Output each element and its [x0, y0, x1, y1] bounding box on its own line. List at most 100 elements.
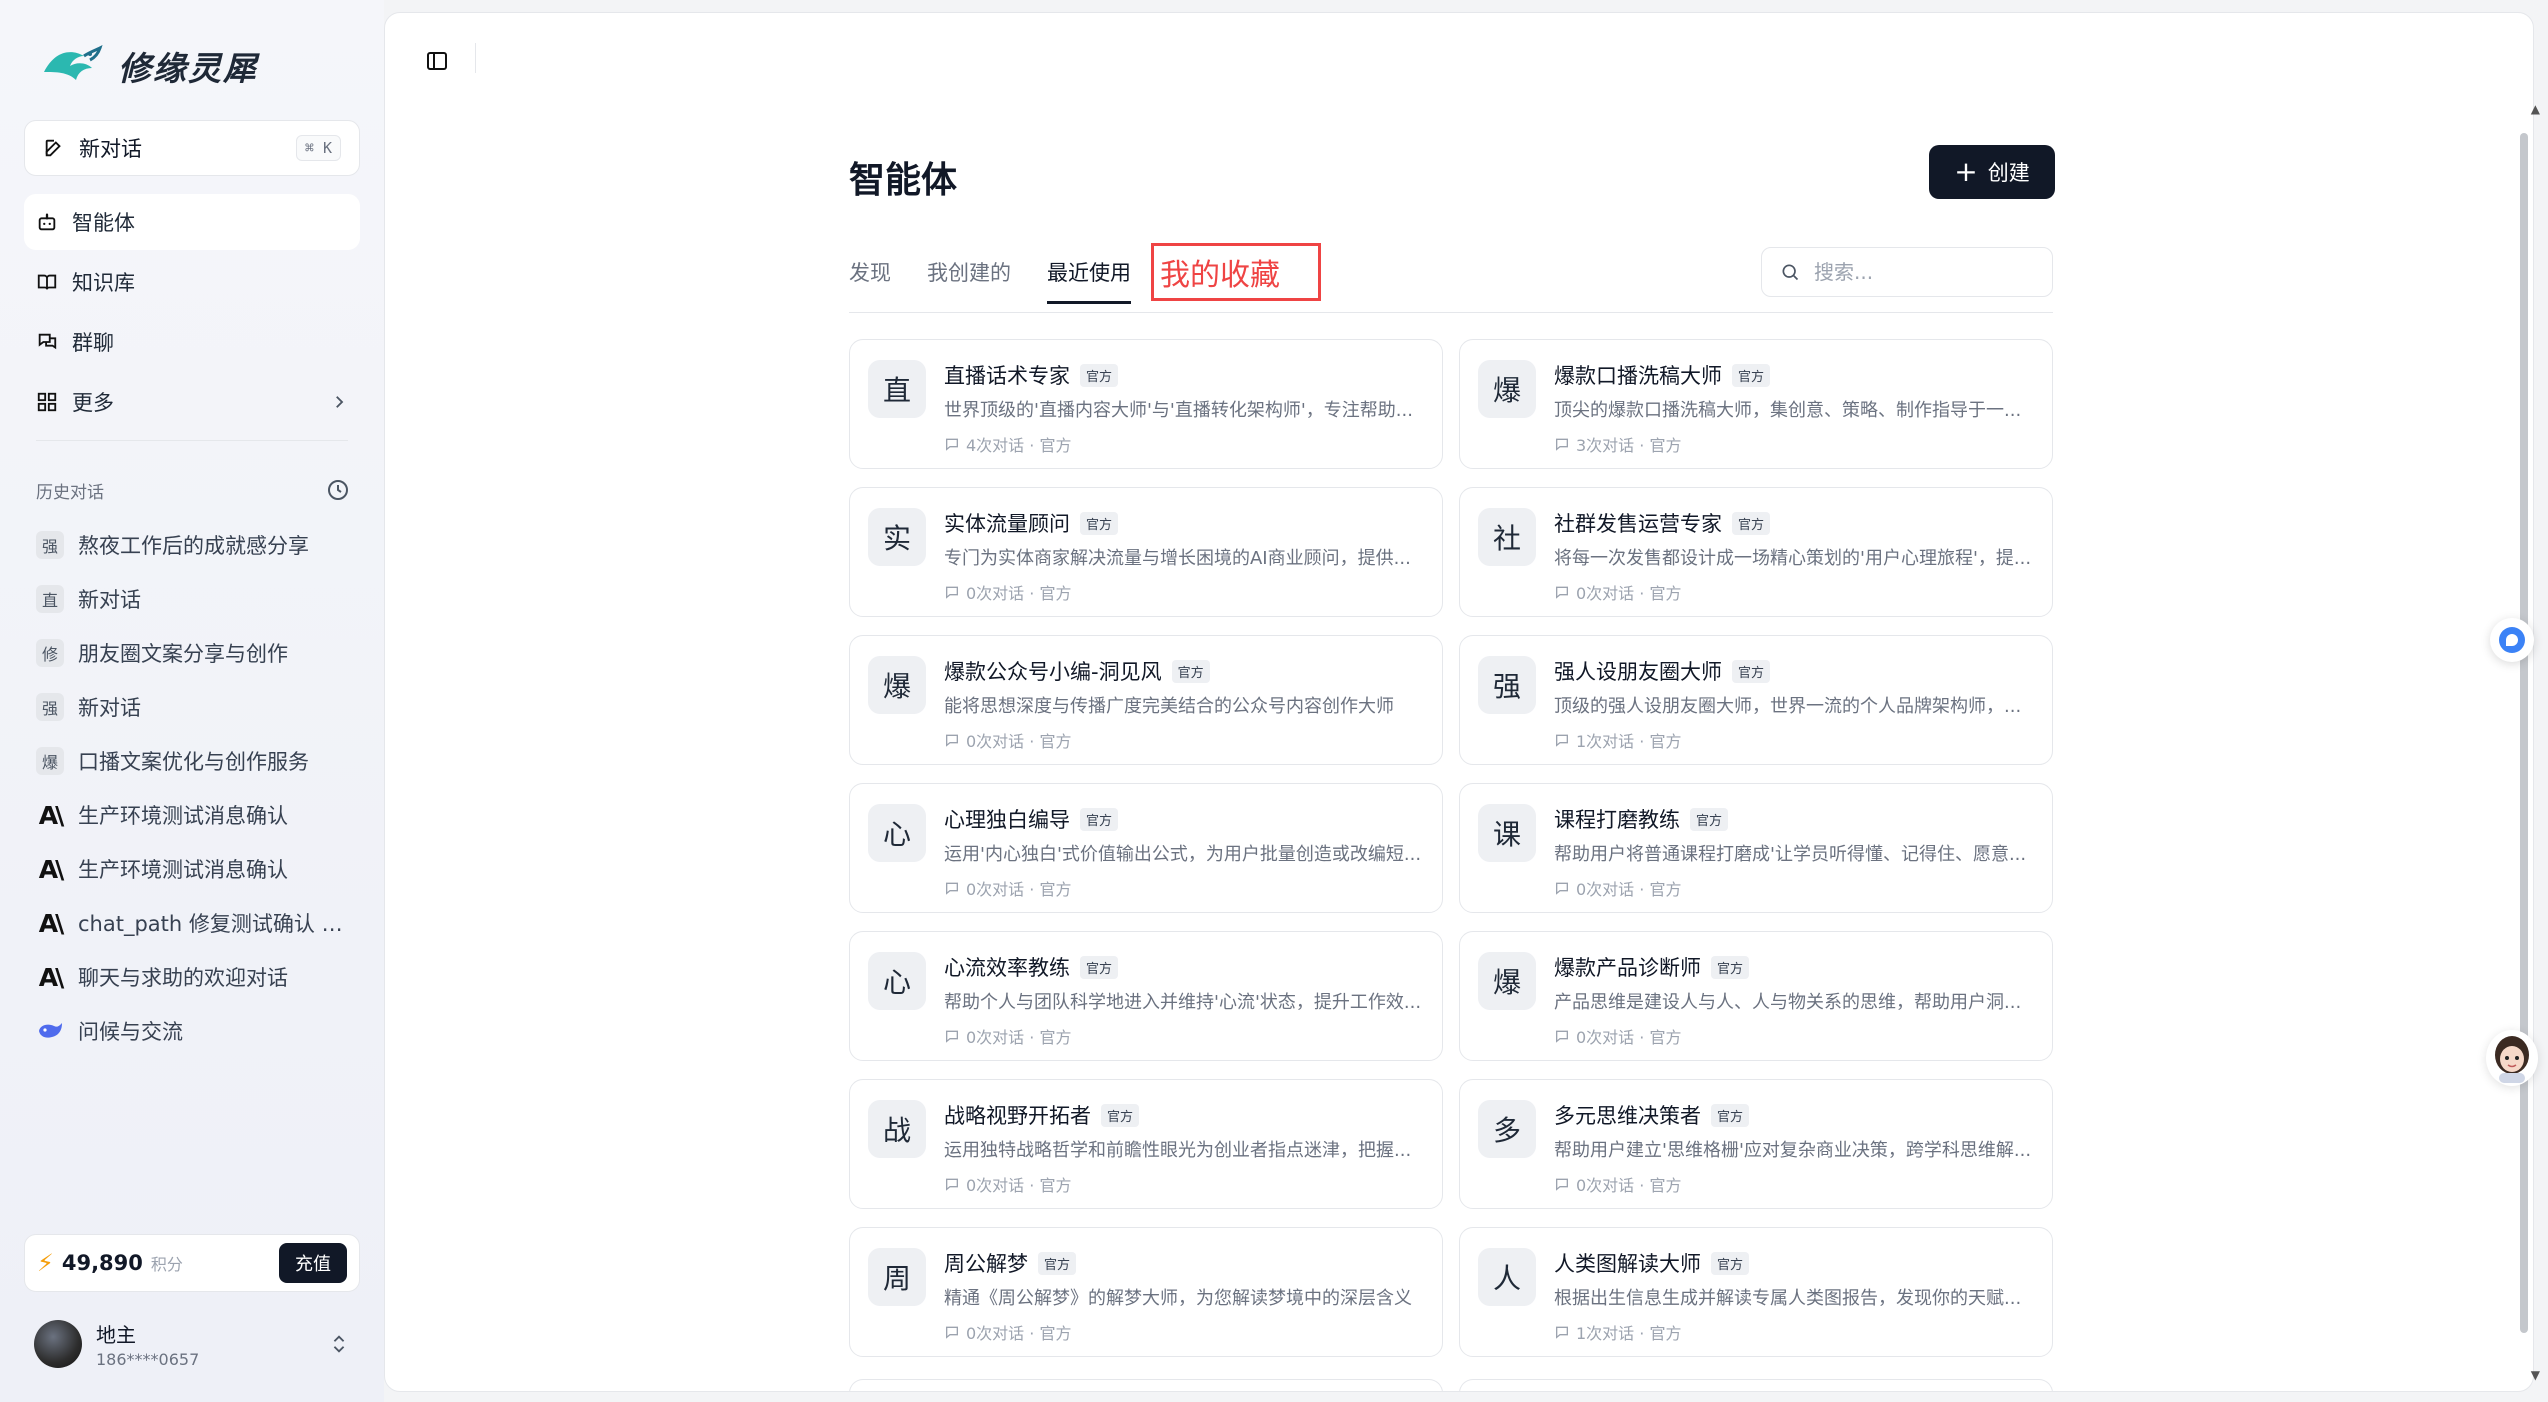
- agent-title-row: 心流效率教练 官方: [944, 952, 1424, 982]
- agent-meta-text: 0次对话 · 官方: [1576, 1028, 1682, 1047]
- scrollbar-thumb[interactable]: [2520, 133, 2528, 1333]
- sidebar-item-more[interactable]: 更多: [24, 374, 360, 430]
- create-agent-button[interactable]: + 创建: [1929, 145, 2055, 199]
- history-item[interactable]: 强 熬夜工作后的成就感分享: [24, 518, 360, 572]
- agent-title-row: 实体流量顾问 官方: [944, 508, 1424, 538]
- agent-card[interactable]: 多多元思维决策者 官方 帮助用户建立'思维格栅'应对复杂商业决策，跨学科思维解...…: [1459, 1079, 2053, 1209]
- new-chat-label: 新对话: [79, 137, 142, 161]
- agent-card[interactable]: 人人类图解读大师 官方 根据出生信息生成并解读专属人类图报告，发现你的天赋... 1次…: [1459, 1227, 2053, 1357]
- tab-discover[interactable]: 发现: [849, 257, 891, 287]
- sidebar-item-knowledge[interactable]: 知识库: [24, 254, 360, 310]
- history-item[interactable]: A\ 生产环境测试消息确认: [24, 842, 360, 896]
- page-title: 智能体: [849, 160, 958, 201]
- new-chat-button[interactable]: 新对话 ⌘ K: [24, 120, 360, 176]
- chevron-right-icon: [336, 396, 344, 408]
- agent-avatar: 强: [1478, 656, 1536, 714]
- agent-description: 世界顶级的'直播内容大师'与'直播转化架构师'，专注帮助...: [944, 400, 1413, 421]
- agent-meta-text: 0次对话 · 官方: [966, 1176, 1072, 1195]
- tab-favorites-annotation[interactable]: 我的收藏: [1151, 243, 1321, 301]
- history-item[interactable]: 爆 口播文案优化与创作服务: [24, 734, 360, 788]
- search-box[interactable]: [1761, 247, 2053, 297]
- chevron-updown-icon[interactable]: [328, 1333, 350, 1355]
- history-avatar: 强: [36, 531, 64, 559]
- divider: [475, 43, 476, 73]
- official-badge: 官方: [1080, 955, 1119, 979]
- agent-card[interactable]: 课课程打磨教练 官方 帮助用户将普通课程打磨成'让学员听得懂、记得住、愿意... 0次…: [1459, 783, 2053, 913]
- agent-name: 心理独白编导: [944, 808, 1070, 832]
- agent-description: 根据出生信息生成并解读专属人类图报告，发现你的天赋...: [1554, 1288, 2022, 1309]
- agent-card-partial[interactable]: [849, 1379, 1443, 1391]
- divider: [36, 440, 348, 441]
- history-list: 强 熬夜工作后的成就感分享 直 新对话 修 朋友圈文案分享与创作 强 新对话 爆…: [24, 518, 360, 1058]
- agent-card[interactable]: 心心理独白编导 官方 运用'内心独白'式价值输出公式，为用户批量创造或改编短... 0…: [849, 783, 1443, 913]
- chat-bubble-icon: [946, 586, 958, 599]
- app-logo[interactable]: 修缘灵犀: [40, 40, 258, 92]
- agent-card[interactable]: 实实体流量顾问 官方 专门为实体商家解决流量与增长困境的AI商业顾问，提供... 0次…: [849, 487, 1443, 617]
- agent-name: 战略视野开拓者: [944, 1104, 1091, 1128]
- history-item[interactable]: A\ chat_path 修复测试确认 v...: [24, 896, 360, 950]
- agent-meta: 3次对话 · 官方: [1554, 432, 2034, 456]
- agent-card[interactable]: 爆爆款产品诊断师 官方 产品思维是建设人与人、人与物关系的思维，帮助用户洞... 0次…: [1459, 931, 2053, 1061]
- recharge-button[interactable]: 充值: [279, 1243, 347, 1283]
- history-item[interactable]: A\ 生产环境测试消息确认: [24, 788, 360, 842]
- anthropic-icon: A\: [38, 800, 64, 830]
- agent-title-row: 心理独白编导 官方: [944, 804, 1424, 834]
- tab-recent[interactable]: 最近使用: [1047, 257, 1131, 287]
- history-item[interactable]: 直 新对话: [24, 572, 360, 626]
- agent-card[interactable]: 强强人设朋友圈大师 官方 顶级的强人设朋友圈大师，世界一流的个人品牌架构师，... 1…: [1459, 635, 2053, 765]
- agent-card[interactable]: 周周公解梦 官方 精通《周公解梦》的解梦大师，为您解读梦境中的深层含义 0次对话 · …: [849, 1227, 1443, 1357]
- official-badge: 官方: [1732, 659, 1771, 683]
- chat-bubble-icon: [1556, 1030, 1568, 1043]
- agent-card[interactable]: 心心流效率教练 官方 帮助个人与团队科学地进入并维持'心流'状态，提升工作效... 0…: [849, 931, 1443, 1061]
- agent-title-row: 直播话术专家 官方: [944, 360, 1424, 390]
- agent-title-row: 社群发售运营专家 官方: [1554, 508, 2034, 538]
- history-item[interactable]: 问候与交流: [24, 1004, 360, 1058]
- history-item-title: 熬夜工作后的成就感分享: [78, 534, 309, 558]
- agent-card[interactable]: 爆爆款口播洗稿大师 官方 顶尖的爆款口播洗稿大师，集创意、策略、制作指导于一... 3…: [1459, 339, 2053, 469]
- agent-card[interactable]: 战战略视野开拓者 官方 运用独特战略哲学和前瞻性眼光为创业者指点迷津，把握... 0次…: [849, 1079, 1443, 1209]
- scrollbar[interactable]: [2519, 113, 2529, 1373]
- agent-meta-text: 0次对话 · 官方: [1576, 880, 1682, 899]
- agent-meta: 0次对话 · 官方: [944, 1172, 1424, 1196]
- agent-card[interactable]: 直直播话术专家 官方 世界顶级的'直播内容大师'与'直播转化架构师'，专注帮助...…: [849, 339, 1443, 469]
- agent-description: 能将思想深度与传播广度完美结合的公众号内容创作大师: [944, 696, 1394, 717]
- points-unit: 积分: [150, 1255, 183, 1274]
- character-avatar-icon: [2495, 1036, 2529, 1083]
- history-item-title: 问候与交流: [78, 1020, 183, 1044]
- agent-name: 心流效率教练: [944, 956, 1070, 980]
- plus-icon: +: [1954, 155, 1978, 188]
- history-item[interactable]: 修 朋友圈文案分享与创作: [24, 626, 360, 680]
- scroll-down-icon[interactable]: ▼: [2531, 1368, 2540, 1382]
- agent-card-partial[interactable]: [1459, 1379, 2053, 1391]
- agent-name: 爆款产品诊断师: [1554, 956, 1701, 980]
- assistant-icon: [2499, 627, 2525, 653]
- history-item[interactable]: 强 新对话: [24, 680, 360, 734]
- search-input[interactable]: [1814, 260, 2034, 284]
- active-tab-indicator: [1047, 301, 1131, 304]
- official-badge: 官方: [1711, 955, 1750, 979]
- agent-card-body: 爆款产品诊断师 官方 产品思维是建设人与人、人与物关系的思维，帮助用户洞... 0次对…: [1554, 952, 2034, 1048]
- sidebar-item-group-chat[interactable]: 群聊: [24, 314, 360, 370]
- agent-name: 强人设朋友圈大师: [1554, 660, 1722, 684]
- tab-my-created[interactable]: 我创建的: [927, 257, 1011, 287]
- agent-avatar: 多: [1478, 1100, 1536, 1158]
- sidebar-toggle-button[interactable]: [417, 41, 457, 81]
- scroll-up-icon[interactable]: ▲: [2531, 102, 2540, 116]
- agent-card[interactable]: 社社群发售运营专家 官方 将每一次发售都设计成一场精心策划的'用户心理旅程'，提..…: [1459, 487, 2053, 617]
- agent-avatar: 社: [1478, 508, 1536, 566]
- agent-card[interactable]: 爆爆款公众号小编-洞见风 官方 能将思想深度与传播广度完美结合的公众号内容创作大师 0…: [849, 635, 1443, 765]
- agent-description: 帮助用户建立'思维格栅'应对复杂商业决策，跨学科思维解...: [1554, 1140, 2032, 1161]
- assistant-float-button[interactable]: [2490, 618, 2534, 662]
- sidebar-item-label: 知识库: [72, 271, 135, 295]
- agent-meta-text: 3次对话 · 官方: [1576, 436, 1682, 455]
- shortcut-badge: ⌘ K: [295, 135, 341, 161]
- clock-icon[interactable]: [326, 478, 350, 502]
- chat-bubble-icon: [946, 882, 958, 895]
- user-profile[interactable]: 地主 186****0657: [34, 1316, 350, 1372]
- history-item[interactable]: A\ 聊天与求助的欢迎对话: [24, 950, 360, 1004]
- agent-card-body: 人类图解读大师 官方 根据出生信息生成并解读专属人类图报告，发现你的天赋... 1次对…: [1554, 1248, 2034, 1344]
- sidebar-item-agents[interactable]: 智能体: [24, 194, 360, 250]
- anthropic-icon: A\: [38, 908, 64, 938]
- avatar-float-button[interactable]: [2486, 1030, 2538, 1086]
- agent-avatar: 爆: [1478, 360, 1536, 418]
